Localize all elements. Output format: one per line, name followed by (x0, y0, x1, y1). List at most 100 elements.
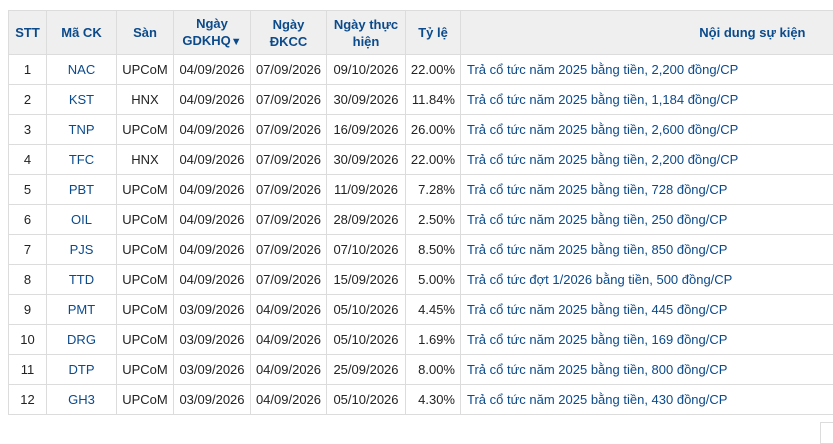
cell-ex-date: 03/09/2026 (174, 355, 251, 385)
header-stt[interactable]: STT (9, 11, 47, 55)
cell-ratio: 8.00% (406, 355, 461, 385)
table-header: STT Mã CK Sàn Ngày GDKHQ▼ Ngày ĐKCC Ngày… (9, 11, 833, 55)
cell-stt: 7 (9, 235, 47, 265)
cell-event-link[interactable]: Trả cổ tức năm 2025 bằng tiền, 728 đồng/… (461, 175, 833, 205)
cell-record-date: 04/09/2026 (251, 325, 327, 355)
cell-ex-date: 04/09/2026 (174, 85, 251, 115)
cell-ticker-link[interactable]: PBT (47, 175, 117, 205)
cell-event-link[interactable]: Trả cổ tức năm 2025 bằng tiền, 169 đồng/… (461, 325, 833, 355)
dividend-events-table: STT Mã CK Sàn Ngày GDKHQ▼ Ngày ĐKCC Ngày… (8, 10, 833, 415)
cell-payment-date: 30/09/2026 (327, 85, 406, 115)
cell-exchange: UPCoM (117, 355, 174, 385)
cell-ex-date: 03/09/2026 (174, 295, 251, 325)
cell-ratio: 5.00% (406, 265, 461, 295)
cell-ratio: 22.00% (406, 145, 461, 175)
table-row[interactable]: 7 PJS UPCoM 04/09/2026 07/09/2026 07/10/… (9, 235, 833, 265)
cell-payment-date: 15/09/2026 (327, 265, 406, 295)
cell-exchange: UPCoM (117, 235, 174, 265)
sort-desc-icon: ▼ (231, 36, 242, 48)
table-row[interactable]: 8 TTD UPCoM 04/09/2026 07/09/2026 15/09/… (9, 265, 833, 295)
cell-stt: 3 (9, 115, 47, 145)
cell-payment-date: 05/10/2026 (327, 325, 406, 355)
cell-payment-date: 28/09/2026 (327, 205, 406, 235)
cell-record-date: 07/09/2026 (251, 115, 327, 145)
cell-exchange: UPCoM (117, 55, 174, 85)
cell-record-date: 07/09/2026 (251, 55, 327, 85)
cell-record-date: 07/09/2026 (251, 235, 327, 265)
cell-ex-date: 04/09/2026 (174, 265, 251, 295)
cell-ex-date: 04/09/2026 (174, 175, 251, 205)
cell-stt: 12 (9, 385, 47, 415)
cell-ratio: 2.50% (406, 205, 461, 235)
table-row[interactable]: 4 TFC HNX 04/09/2026 07/09/2026 30/09/20… (9, 145, 833, 175)
cell-exchange: UPCoM (117, 175, 174, 205)
table-row[interactable]: 6 OIL UPCoM 04/09/2026 07/09/2026 28/09/… (9, 205, 833, 235)
header-record-date[interactable]: Ngày ĐKCC (251, 11, 327, 55)
cell-exchange: UPCoM (117, 265, 174, 295)
cell-ticker-link[interactable]: TNP (47, 115, 117, 145)
header-ratio[interactable]: Tỷ lệ (406, 11, 461, 55)
cell-event-link[interactable]: Trả cổ tức năm 2025 bằng tiền, 250 đồng/… (461, 205, 833, 235)
table-row[interactable]: 1 NAC UPCoM 04/09/2026 07/09/2026 09/10/… (9, 55, 833, 85)
cell-ticker-link[interactable]: DRG (47, 325, 117, 355)
table-row[interactable]: 11 DTP UPCoM 03/09/2026 04/09/2026 25/09… (9, 355, 833, 385)
header-ex-date-line1: Ngày (196, 16, 228, 31)
cell-stt: 4 (9, 145, 47, 175)
cell-record-date: 07/09/2026 (251, 265, 327, 295)
table-row[interactable]: 9 PMT UPCoM 03/09/2026 04/09/2026 05/10/… (9, 295, 833, 325)
cell-stt: 8 (9, 265, 47, 295)
cell-exchange: UPCoM (117, 295, 174, 325)
cell-ticker-link[interactable]: KST (47, 85, 117, 115)
cell-ticker-link[interactable]: PJS (47, 235, 117, 265)
cell-ticker-link[interactable]: OIL (47, 205, 117, 235)
table-row[interactable]: 12 GH3 UPCoM 03/09/2026 04/09/2026 05/10… (9, 385, 833, 415)
cell-event-link[interactable]: Trả cổ tức năm 2025 bằng tiền, 2,200 đồn… (461, 55, 833, 85)
cell-stt: 11 (9, 355, 47, 385)
header-row: STT Mã CK Sàn Ngày GDKHQ▼ Ngày ĐKCC Ngày… (9, 11, 833, 55)
cell-payment-date: 05/10/2026 (327, 385, 406, 415)
header-ticker[interactable]: Mã CK (47, 11, 117, 55)
scroll-corner (820, 422, 833, 444)
cell-event-link[interactable]: Trả cổ tức năm 2025 bằng tiền, 1,184 đồn… (461, 85, 833, 115)
cell-event-link[interactable]: Trả cổ tức năm 2025 bằng tiền, 430 đồng/… (461, 385, 833, 415)
header-record-date-line1: Ngày (273, 17, 305, 32)
cell-ex-date: 04/09/2026 (174, 235, 251, 265)
table-body: 1 NAC UPCoM 04/09/2026 07/09/2026 09/10/… (9, 55, 833, 415)
cell-record-date: 04/09/2026 (251, 295, 327, 325)
table-row[interactable]: 5 PBT UPCoM 04/09/2026 07/09/2026 11/09/… (9, 175, 833, 205)
table-row[interactable]: 3 TNP UPCoM 04/09/2026 07/09/2026 16/09/… (9, 115, 833, 145)
cell-stt: 6 (9, 205, 47, 235)
cell-ticker-link[interactable]: GH3 (47, 385, 117, 415)
cell-event-link[interactable]: Trả cổ tức năm 2025 bằng tiền, 2,600 đồn… (461, 115, 833, 145)
cell-stt: 2 (9, 85, 47, 115)
header-payment-date[interactable]: Ngày thực hiện (327, 11, 406, 55)
cell-event-link[interactable]: Trả cổ tức năm 2025 bằng tiền, 850 đồng/… (461, 235, 833, 265)
header-ex-date-line2: GDKHQ (182, 33, 230, 48)
cell-payment-date: 11/09/2026 (327, 175, 406, 205)
header-payment-date-line1: Ngày thực (334, 17, 398, 32)
cell-event-link[interactable]: Trả cổ tức đợt 1/2026 bằng tiền, 500 đồn… (461, 265, 833, 295)
cell-event-link[interactable]: Trả cổ tức năm 2025 bằng tiền, 800 đồng/… (461, 355, 833, 385)
cell-ex-date: 04/09/2026 (174, 55, 251, 85)
table-row[interactable]: 2 KST HNX 04/09/2026 07/09/2026 30/09/20… (9, 85, 833, 115)
cell-ex-date: 04/09/2026 (174, 145, 251, 175)
cell-exchange: UPCoM (117, 115, 174, 145)
cell-ticker-link[interactable]: DTP (47, 355, 117, 385)
cell-record-date: 07/09/2026 (251, 145, 327, 175)
cell-stt: 1 (9, 55, 47, 85)
cell-event-link[interactable]: Trả cổ tức năm 2025 bằng tiền, 445 đồng/… (461, 295, 833, 325)
cell-ticker-link[interactable]: TTD (47, 265, 117, 295)
cell-exchange: UPCoM (117, 325, 174, 355)
cell-ticker-link[interactable]: NAC (47, 55, 117, 85)
cell-record-date: 04/09/2026 (251, 355, 327, 385)
header-ex-date[interactable]: Ngày GDKHQ▼ (174, 11, 251, 55)
cell-exchange: UPCoM (117, 385, 174, 415)
header-exchange[interactable]: Sàn (117, 11, 174, 55)
cell-stt: 5 (9, 175, 47, 205)
cell-ticker-link[interactable]: PMT (47, 295, 117, 325)
cell-ticker-link[interactable]: TFC (47, 145, 117, 175)
table-row[interactable]: 10 DRG UPCoM 03/09/2026 04/09/2026 05/10… (9, 325, 833, 355)
cell-ratio: 11.84% (406, 85, 461, 115)
header-event-content[interactable]: Nội dung sự kiện (461, 11, 833, 55)
cell-event-link[interactable]: Trả cổ tức năm 2025 bằng tiền, 2,200 đồn… (461, 145, 833, 175)
